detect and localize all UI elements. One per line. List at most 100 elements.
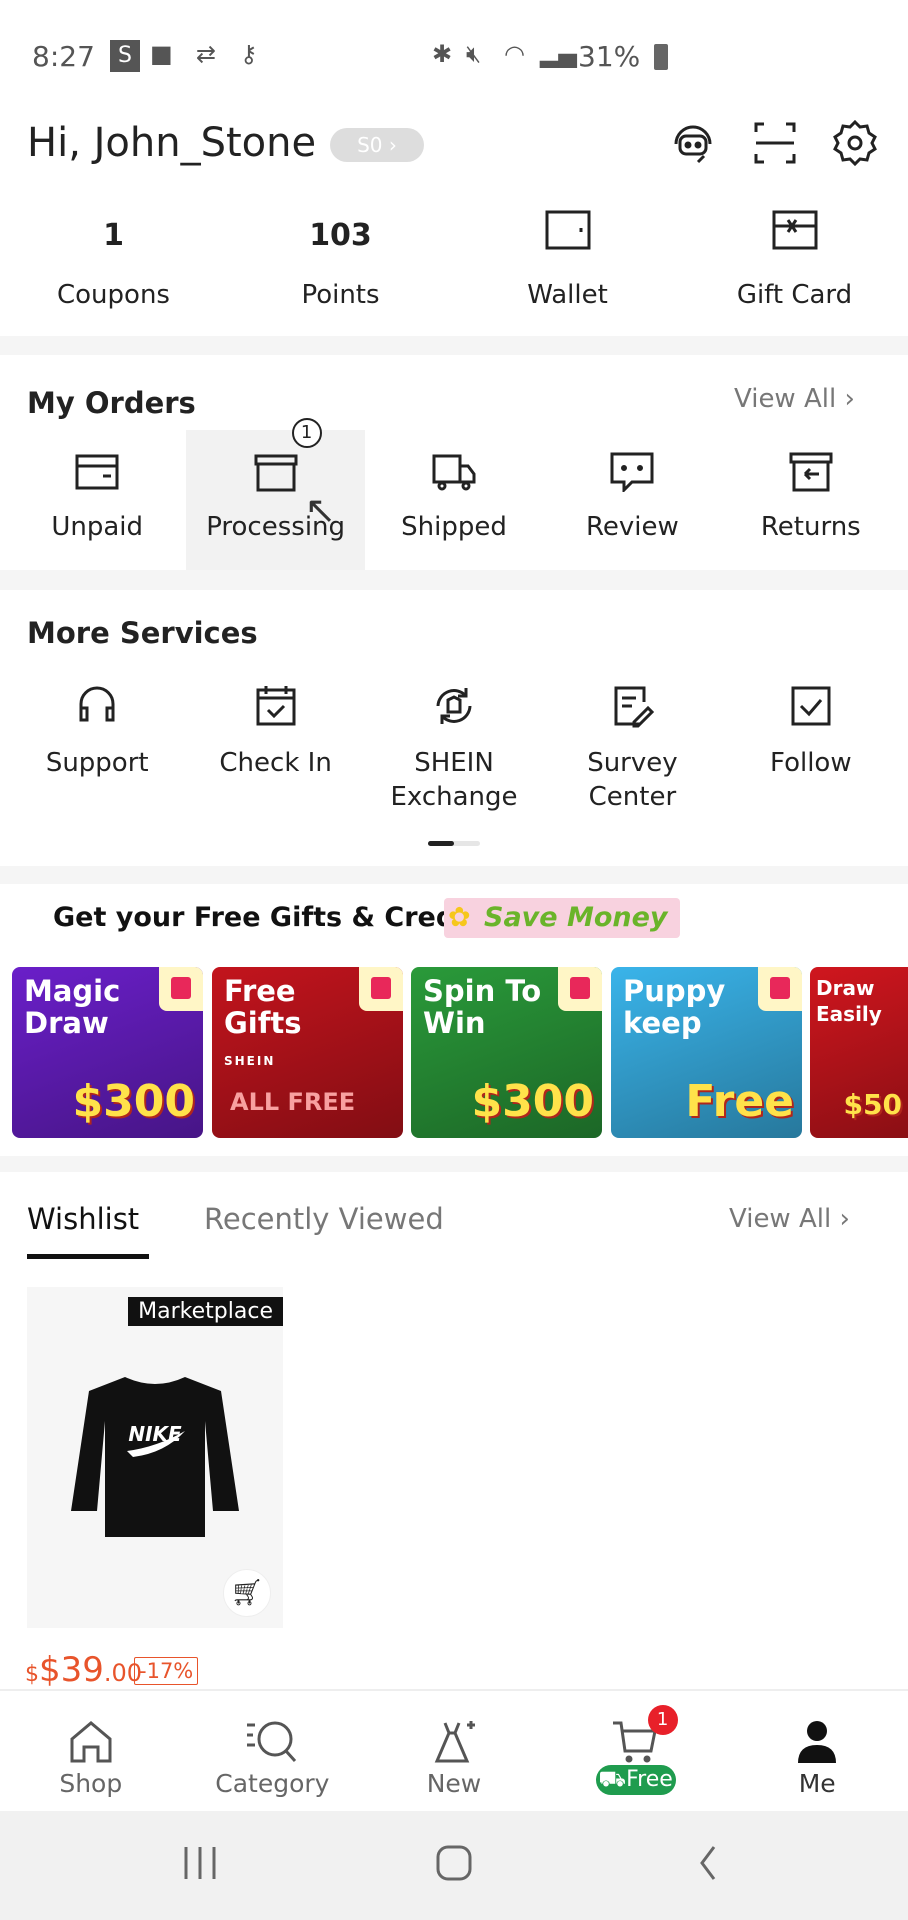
order-label: Processing: [206, 512, 346, 542]
order-shipped[interactable]: Shipped: [365, 430, 543, 570]
order-unpaid[interactable]: Unpaid: [8, 430, 186, 570]
service-label: Check In: [219, 748, 332, 778]
video-icon: ■: [150, 40, 173, 68]
order-status-row: Unpaid 1 Processing ↖ Shipped Review Retu…: [0, 418, 908, 570]
banner-amount: $300: [72, 1076, 195, 1127]
sync-icon: ⇄: [196, 40, 217, 68]
orders-view-all-link[interactable]: View All ›: [734, 384, 855, 414]
member-level-badge[interactable]: S0 ›: [330, 128, 424, 162]
price-main: $39: [39, 1650, 104, 1690]
nav-label: Me: [798, 1769, 836, 1798]
banner-amount: Free: [685, 1076, 794, 1127]
calendar-check-icon: [256, 686, 296, 726]
service-label: SHEIN Exchange: [390, 748, 518, 812]
stat-points[interactable]: 103 Points: [227, 210, 454, 336]
headset-icon: [79, 686, 115, 722]
bottom-nav: Shop Category New 1 ⛟Free Me: [0, 1689, 908, 1811]
stat-coupons[interactable]: 1 Coupons: [0, 210, 227, 336]
points-label: Points: [301, 280, 380, 310]
home-button-icon[interactable]: [434, 1843, 474, 1883]
discount-badge: -17%: [134, 1657, 199, 1685]
processing-count-badge: 1: [291, 418, 322, 448]
gift-banner[interactable]: Puppy keep Free: [611, 967, 802, 1138]
product-card[interactable]: Marketplace NIKE 🛒︎: [27, 1287, 283, 1628]
banner-title: Magic Draw: [24, 974, 121, 1040]
save-money-label: Save Money: [484, 902, 668, 933]
nav-label: New: [426, 1769, 482, 1798]
gift-banner[interactable]: Spin To Win $300: [411, 967, 602, 1138]
order-returns[interactable]: Returns: [722, 430, 900, 570]
tab-wishlist[interactable]: Wishlist: [27, 1202, 139, 1236]
person-icon: [798, 1721, 837, 1763]
banner-hand-icon: [758, 967, 802, 1011]
service-label: Survey Center: [587, 748, 678, 812]
divider: [0, 570, 908, 590]
nav-me[interactable]: Me: [726, 1691, 908, 1811]
tab-recently-viewed[interactable]: Recently Viewed: [204, 1202, 444, 1236]
settings-gear-icon[interactable]: [830, 118, 880, 168]
unpaid-icon: [75, 454, 119, 490]
order-review[interactable]: Review: [543, 430, 721, 570]
view-all-label: View All: [734, 384, 837, 414]
banner-title: Free Gifts: [224, 974, 302, 1040]
signal-icon: ▂▄: [540, 40, 577, 68]
processing-box-icon: [254, 454, 298, 492]
banner-hand-icon: [359, 967, 403, 1011]
banner-title: Spin To Win: [423, 974, 542, 1040]
free-shipping-badge: ⛟Free: [595, 1765, 676, 1795]
points-count: 103: [309, 218, 372, 253]
service-label: Follow: [770, 748, 852, 778]
nav-new[interactable]: New: [363, 1691, 545, 1811]
my-orders-title: My Orders: [27, 386, 196, 420]
marketplace-tag: Marketplace: [128, 1297, 283, 1326]
order-processing[interactable]: 1 Processing ↖: [186, 418, 365, 570]
coupons-label: Coupons: [57, 280, 170, 310]
gift-banner[interactable]: Draw Easily $50: [810, 967, 908, 1138]
chevron-right-icon: ›: [844, 384, 855, 414]
banner-title: Draw Easily: [816, 976, 882, 1026]
stat-gift-card[interactable]: Gift Card: [681, 210, 908, 336]
review-chat-icon: [610, 452, 654, 492]
service-check-in[interactable]: Check In: [186, 684, 364, 824]
category-search-icon: [247, 1721, 297, 1763]
gift-card-label: Gift Card: [736, 280, 853, 310]
service-support[interactable]: Support: [8, 684, 186, 824]
scan-icon[interactable]: [750, 118, 800, 168]
nike-logo: NIKE: [128, 1422, 182, 1446]
banner-hand-icon: [159, 967, 203, 1011]
back-icon[interactable]: [696, 1843, 720, 1883]
wifi-icon: ◠: [504, 40, 525, 68]
stat-wallet[interactable]: Wallet: [454, 210, 681, 336]
service-shein-exchange[interactable]: SHEIN Exchange: [365, 684, 543, 824]
gift-banner[interactable]: Free Gifts SHEIN ALL FREE: [212, 967, 403, 1138]
app-notification-icon: S: [110, 40, 140, 72]
customer-service-icon[interactable]: [668, 118, 718, 168]
order-label: Unpaid: [51, 512, 144, 542]
banner-amount: ALL FREE: [230, 1088, 356, 1116]
nav-cart[interactable]: 1 ⛟Free: [545, 1691, 727, 1811]
service-survey-center[interactable]: Survey Center: [543, 684, 721, 824]
wallet-icon: [454, 210, 681, 262]
recent-apps-icon[interactable]: [180, 1845, 220, 1881]
order-label: Shipped: [401, 512, 507, 542]
services-row: Support Check In SHEIN Exchange Survey C…: [0, 684, 908, 824]
mouse-cursor-icon: ↖: [304, 488, 337, 532]
returns-icon: [789, 452, 833, 492]
nav-shop[interactable]: Shop: [0, 1691, 182, 1811]
truck-icon: [432, 454, 476, 491]
coupons-count: 1: [103, 218, 124, 253]
save-money-tag: ✿ Save Money: [444, 898, 680, 938]
chevron-right-icon: ›: [839, 1204, 850, 1234]
service-follow[interactable]: Follow: [722, 684, 900, 824]
battery-icon: [654, 44, 668, 70]
wallet-label: Wallet: [527, 280, 608, 310]
flower-icon: ✿: [448, 902, 471, 933]
home-icon: [70, 1721, 112, 1763]
nav-category[interactable]: Category: [182, 1691, 364, 1811]
wishlist-view-all-link[interactable]: View All ›: [729, 1204, 850, 1234]
product-price: $$39.00: [25, 1650, 143, 1690]
service-label: Support: [45, 748, 149, 778]
gift-banner[interactable]: Magic Draw $300: [12, 967, 203, 1138]
view-all-label: View All: [729, 1204, 832, 1234]
add-to-cart-icon[interactable]: 🛒︎: [223, 1569, 271, 1617]
